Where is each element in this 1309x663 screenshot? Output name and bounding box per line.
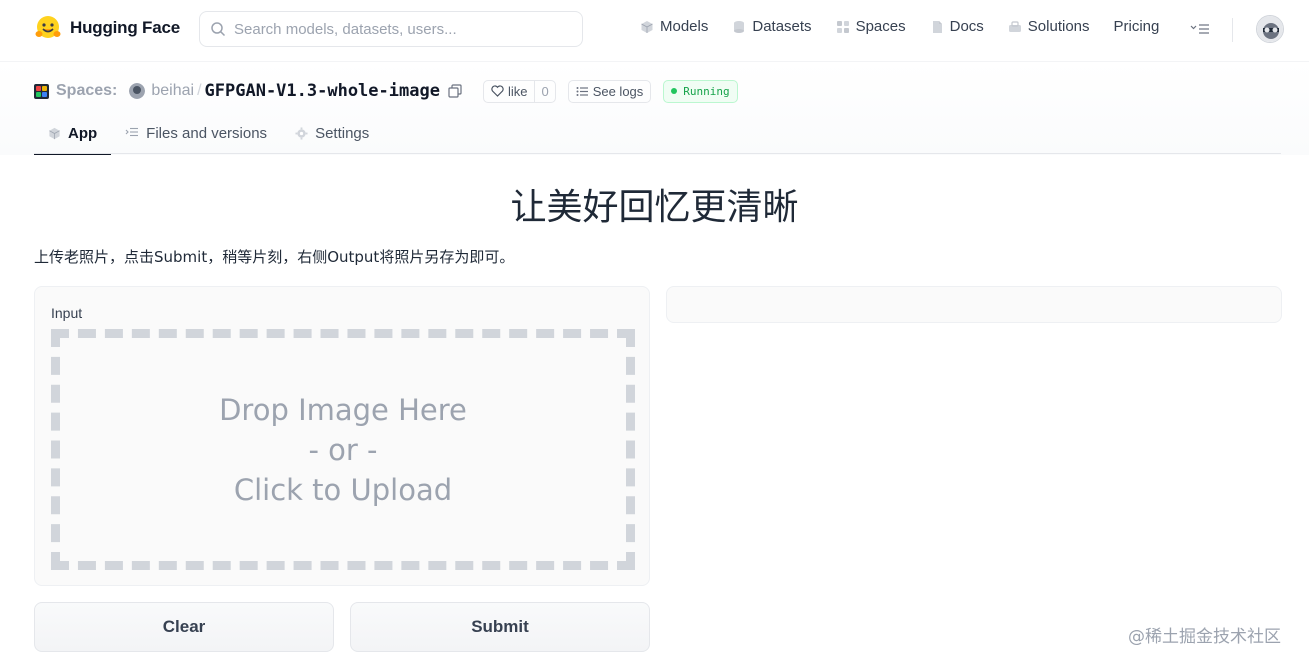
tab-app[interactable]: App <box>34 113 112 155</box>
search-box[interactable] <box>199 11 583 47</box>
input-panel: Input Drop Image Here - or - Click to Up… <box>34 286 650 586</box>
app-cube-icon <box>49 127 60 139</box>
output-panel <box>666 286 1282 323</box>
nav-links: Models Datasets Spaces Docs Solutions Pr… <box>640 18 1183 35</box>
watermark: @稀土掘金技术社区 <box>1128 627 1281 647</box>
see-logs-label: See logs <box>592 83 644 99</box>
search-icon <box>211 22 226 37</box>
nav-link-docs[interactable]: Docs <box>930 18 984 35</box>
owner-avatar[interactable] <box>129 83 146 99</box>
path-separator: / <box>197 82 202 99</box>
spaces-logo-icon <box>34 83 49 99</box>
nav-divider <box>1232 18 1233 42</box>
copy-icon[interactable] <box>448 84 462 98</box>
app-description: 上传老照片，点击Submit，稍等片刻，右侧Output将照片另存为即可。 <box>34 248 515 266</box>
solutions-icon <box>1008 20 1021 32</box>
dropzone-line-1: Drop Image Here <box>219 392 467 427</box>
tabs-divider <box>34 153 1281 154</box>
status-badge: Running <box>663 79 738 103</box>
nav-link-spaces[interactable]: Spaces <box>836 18 906 35</box>
see-logs-button[interactable]: See logs <box>567 79 652 103</box>
nav-link-pricing[interactable]: Pricing <box>1114 18 1160 35</box>
dropzone-line-2: - or - <box>308 432 378 467</box>
space-header: Spaces: beihai / GFPGAN-V1.3-whole-image… <box>0 61 1309 155</box>
tab-settings[interactable]: Settings <box>281 113 383 153</box>
files-icon <box>125 127 139 137</box>
brand[interactable]: Hugging Face <box>34 14 180 42</box>
heart-icon <box>491 85 504 97</box>
more-menu-button[interactable] <box>1190 20 1210 38</box>
spaces-label: Spaces: <box>56 82 118 99</box>
submit-button[interactable]: Submit <box>350 602 650 652</box>
space-name-link[interactable]: GFPGAN-V1.3-whole-image <box>205 81 440 101</box>
image-dropzone[interactable]: Drop Image Here - or - Click to Upload <box>51 329 635 570</box>
menu-chevron-icon <box>1190 24 1209 34</box>
space-title-row: Spaces: beihai / GFPGAN-V1.3-whole-image… <box>34 78 738 104</box>
hugging-face-logo-icon <box>35 16 61 38</box>
owner-name-link[interactable]: beihai <box>151 82 194 100</box>
clear-button[interactable]: Clear <box>34 602 334 652</box>
space-tabs: App Files and versions Settings <box>34 113 383 155</box>
like-count: 0 <box>534 80 554 102</box>
app-title: 让美好回忆更清晰 <box>510 187 799 228</box>
datasets-icon <box>734 20 745 33</box>
docs-icon <box>932 20 942 33</box>
logs-icon <box>576 86 588 96</box>
top-navigation: Hugging Face Models Datasets Spaces Docs… <box>0 0 1309 60</box>
spaces-icon <box>836 20 849 33</box>
user-avatar[interactable] <box>1256 15 1284 43</box>
dropzone-line-3: Click to Upload <box>233 472 453 507</box>
nav-link-models[interactable]: Models <box>640 18 708 35</box>
like-button[interactable]: like 0 <box>482 79 556 103</box>
status-dot <box>671 88 678 94</box>
gear-icon <box>295 126 308 140</box>
owner-avatar-icon <box>129 83 146 99</box>
models-icon <box>641 20 653 33</box>
nav-link-datasets[interactable]: Datasets <box>732 18 812 35</box>
search-input[interactable] <box>234 20 564 38</box>
tab-files-and-versions[interactable]: Files and versions <box>111 113 281 153</box>
nav-link-solutions[interactable]: Solutions <box>1008 18 1090 35</box>
brand-name: Hugging Face <box>70 18 180 37</box>
status-text: Running <box>683 84 730 98</box>
like-main: like <box>484 81 535 102</box>
input-label: Input <box>51 305 83 321</box>
like-label: like <box>507 83 528 99</box>
avatar-icon <box>1257 16 1283 42</box>
